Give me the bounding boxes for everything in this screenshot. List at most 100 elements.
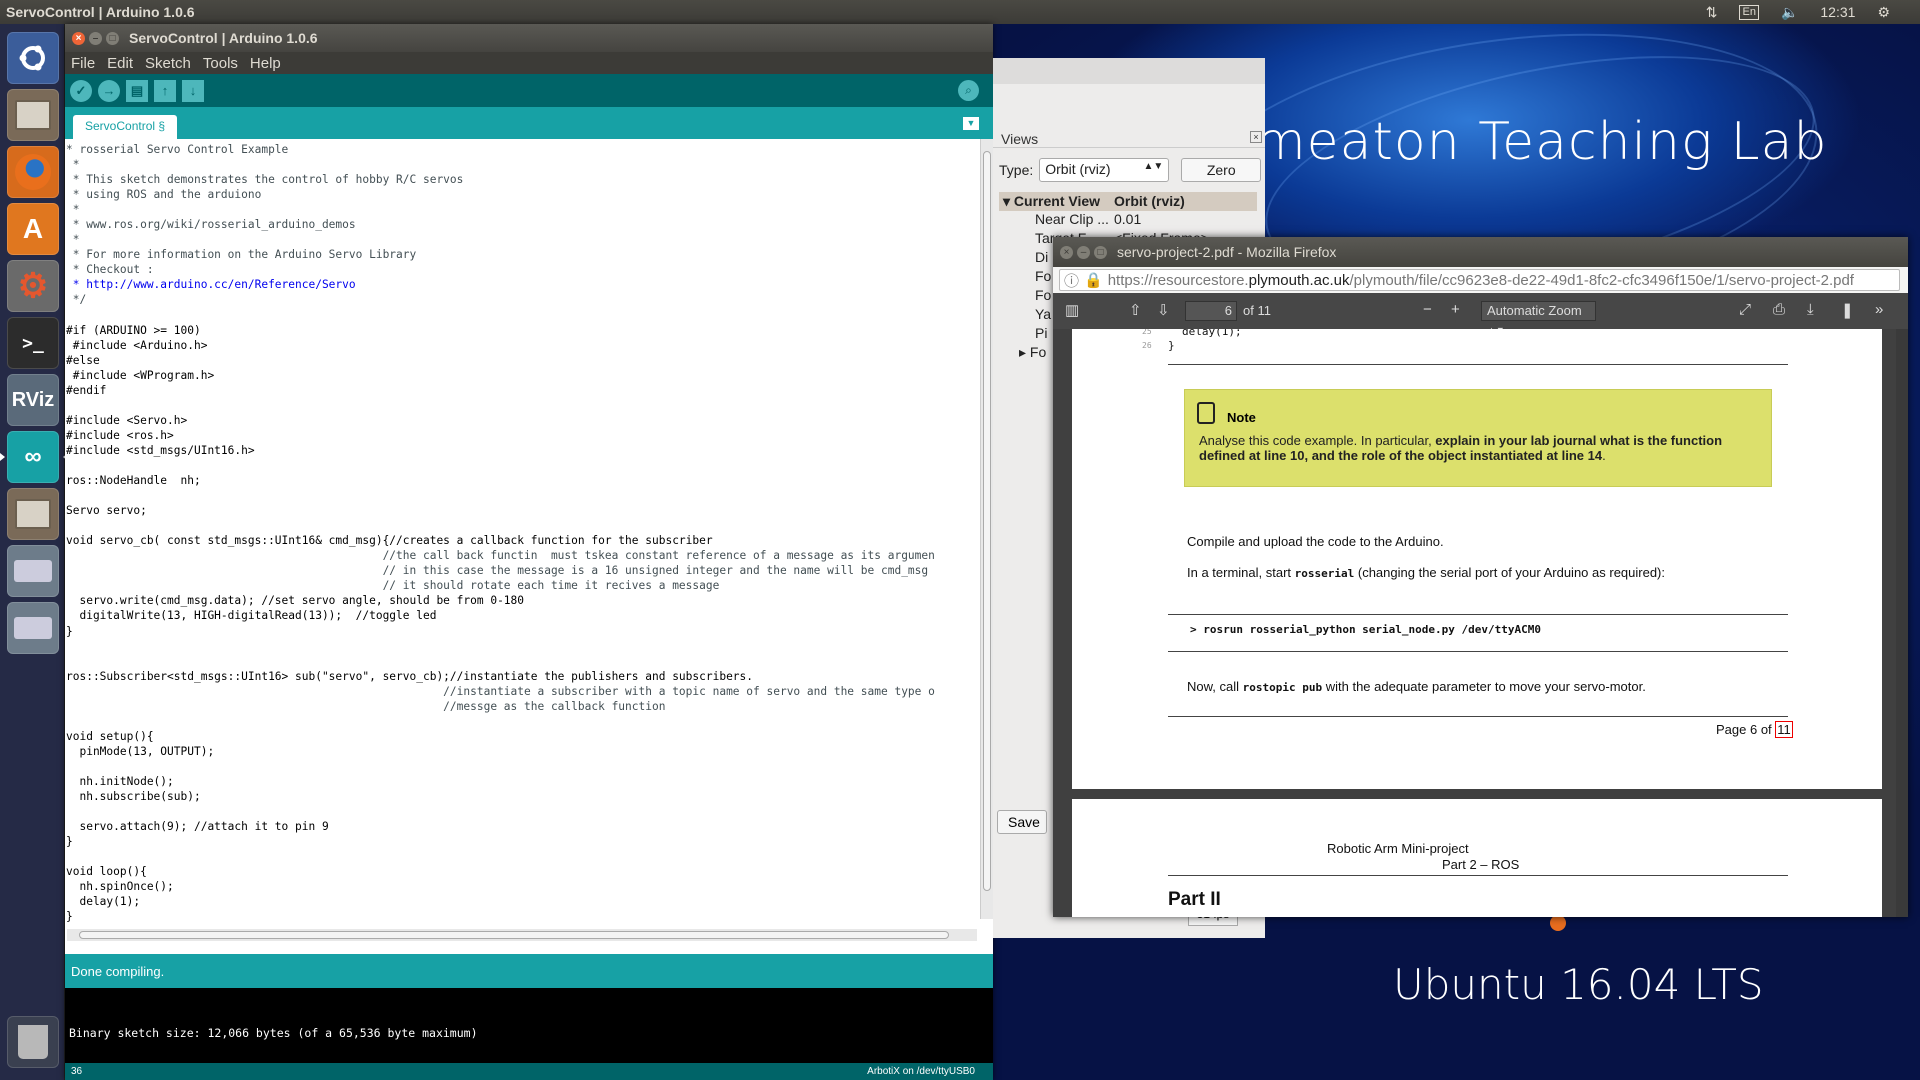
next-page-icon[interactable]: ⇩ — [1157, 301, 1170, 319]
close-icon[interactable]: × — [72, 31, 85, 45]
code-line: #include <Arduino.h> — [66, 338, 208, 352]
files-icon[interactable] — [7, 89, 59, 141]
zoom-out-icon[interactable]: − — [1423, 301, 1432, 318]
firefox-scrollbar[interactable] — [1896, 329, 1908, 917]
page-footer: Page 6 of 11 — [1716, 721, 1793, 738]
zero-button[interactable]: Zero — [1181, 158, 1262, 182]
drive-icon[interactable] — [7, 545, 59, 597]
top-panel: ServoControl | Arduino 1.0.6 ⇅ En 🔈 12:3… — [0, 0, 1920, 24]
view-type-select[interactable]: Orbit (rviz) ▲▼ — [1039, 158, 1170, 182]
zoom-in-icon[interactable]: + — [1451, 301, 1460, 318]
code-line: ros::Subscriber<std_msgs::UInt16> sub("s… — [66, 669, 754, 683]
arduino-window: × – □ ServoControl | Arduino 1.0.6 File … — [65, 24, 993, 1080]
tree-row[interactable]: Near Clip ... 0.01 — [999, 211, 1257, 230]
open-sketch-button[interactable]: ↑ — [154, 79, 176, 102]
files-2-icon[interactable] — [7, 488, 59, 540]
sidebar-toggle-icon[interactable]: ▥ — [1065, 301, 1079, 319]
save-sketch-button[interactable]: ↓ — [182, 79, 204, 102]
keyboard-layout-indicator[interactable]: En — [1739, 4, 1759, 20]
url-bar[interactable]: ⓘ 🔒 https://resourcestore.plymouth.ac.uk… — [1059, 269, 1900, 291]
editor-vertical-scrollbar[interactable] — [980, 139, 993, 919]
verify-button[interactable]: ✓ — [70, 79, 92, 102]
code-line: servo.attach(9); //attach it to pin 9 — [66, 820, 329, 834]
minimize-icon[interactable]: – — [89, 31, 102, 45]
software-center-icon[interactable]: A — [7, 203, 59, 255]
firefox-icon[interactable] — [7, 146, 59, 198]
upload-button[interactable]: → — [98, 79, 120, 102]
pdf-viewer[interactable]: 25 delay(1); 26 } Note Analyse this code… — [1053, 329, 1908, 917]
tree-col-current-view[interactable]: ▾ Current View — [999, 192, 1110, 211]
code-line: * — [66, 233, 80, 247]
volume-icon[interactable]: 🔈 — [1781, 4, 1798, 21]
firefox-titlebar[interactable]: × – □ servo-project-2.pdf - Mozilla Fire… — [1053, 237, 1908, 267]
menu-tools[interactable]: Tools — [203, 55, 238, 72]
menu-sketch[interactable]: Sketch — [145, 55, 191, 72]
code-line: * www.ros.org/wiki/rosserial_arduino_dem… — [66, 218, 356, 232]
ubuntu-dash-icon[interactable] — [7, 32, 59, 84]
power-gear-icon[interactable]: ⚙ — [1877, 4, 1890, 21]
network-icon[interactable]: ⇅ — [1706, 4, 1718, 21]
menu-file[interactable]: File — [71, 55, 95, 72]
terminal-icon[interactable]: >_ — [7, 317, 59, 369]
code-editor[interactable]: * rosserial Servo Control Example * * Th… — [65, 139, 980, 939]
tools-chevron-icon[interactable]: » — [1875, 301, 1883, 318]
serial-monitor-button[interactable]: ⌕ — [958, 80, 979, 101]
arduino-menubar: File Edit Sketch Tools Help — [65, 52, 993, 74]
lock-icon[interactable]: 🔒 — [1084, 271, 1103, 289]
code-line: * This sketch demonstrates the control o… — [66, 173, 464, 187]
menu-help[interactable]: Help — [250, 55, 281, 72]
page-number-input[interactable]: 6 — [1185, 301, 1237, 321]
sketch-tabs: ServoControl § ▼ — [65, 107, 993, 139]
note-text: Analyse this code example. In particular… — [1199, 433, 1723, 463]
code-line: #include <Servo.h> — [66, 413, 188, 427]
page-total-link[interactable]: 11 — [1775, 721, 1793, 738]
code-line: */ — [66, 293, 87, 307]
compile-status-bar: Done compiling. — [65, 954, 993, 988]
system-settings-icon[interactable]: ⚙ — [7, 260, 59, 312]
views-close-icon[interactable]: × — [1250, 131, 1262, 143]
zoom-select[interactable]: Automatic Zoom ▲▼ — [1481, 301, 1596, 335]
arduino-icon[interactable]: ∞ — [0, 431, 68, 483]
fullscreen-icon[interactable]: ⤢ — [1739, 301, 1751, 318]
code-line: #endif — [66, 383, 107, 397]
drive-2-icon[interactable] — [7, 602, 59, 654]
tab-servocontrol[interactable]: ServoControl § — [73, 115, 178, 139]
arduino-footer: 36 ArbotiX on /dev/ttyUSB0 — [65, 1063, 993, 1080]
compile-instruction: Compile and upload the code to the Ardui… — [1187, 534, 1444, 549]
minimize-icon[interactable]: – — [1077, 245, 1090, 259]
code-line: * — [66, 203, 80, 217]
code-line: servo.write(cmd_msg.data); //set servo a… — [66, 594, 525, 608]
tab-menu-chevron-down-icon[interactable]: ▼ — [963, 117, 979, 130]
previous-page-icon[interactable]: ⇧ — [1129, 301, 1142, 319]
navigation-bar: ⓘ 🔒 https://resourcestore.plymouth.ac.uk… — [1053, 267, 1908, 293]
menu-edit[interactable]: Edit — [107, 55, 133, 72]
rviz-titlebar[interactable] — [993, 58, 1265, 84]
arduino-titlebar[interactable]: × – □ ServoControl | Arduino 1.0.6 — [65, 24, 993, 52]
new-sketch-button[interactable]: ▤ — [126, 79, 148, 102]
code-line: #include <std_msgs/UInt16.h> — [66, 443, 255, 457]
editor-horizontal-scrollbar[interactable] — [67, 929, 977, 941]
code-line: void loop(){ — [66, 865, 147, 879]
print-icon[interactable]: ⎙ — [1773, 301, 1785, 318]
info-icon[interactable]: ⓘ — [1064, 270, 1079, 290]
rviz-icon[interactable]: RViz — [7, 374, 59, 426]
clock[interactable]: 12:31 — [1820, 4, 1855, 20]
rviz-save-button[interactable]: Save — [997, 810, 1047, 834]
download-icon[interactable]: ⤓ — [1807, 301, 1814, 318]
trash-icon[interactable] — [7, 1016, 59, 1068]
maximize-icon[interactable]: □ — [1094, 245, 1107, 259]
code-line: nh.subscribe(sub); — [66, 790, 201, 804]
code-line: * — [66, 158, 80, 172]
bookmark-icon[interactable]: ❚ — [1841, 301, 1854, 319]
code-line: * http://www.arduino.cc/en/Reference/Ser… — [66, 278, 356, 292]
maximize-icon[interactable]: □ — [106, 31, 119, 45]
console-output[interactable]: Binary sketch size: 12,066 bytes (of a 6… — [65, 988, 993, 1063]
views-title: Views — [1001, 131, 1039, 147]
close-icon[interactable]: × — [1060, 245, 1073, 259]
rosrun-command: > rosrun rosserial_python serial_node.py… — [1190, 623, 1541, 636]
code-line: pinMode(13, OUTPUT); — [66, 744, 215, 758]
